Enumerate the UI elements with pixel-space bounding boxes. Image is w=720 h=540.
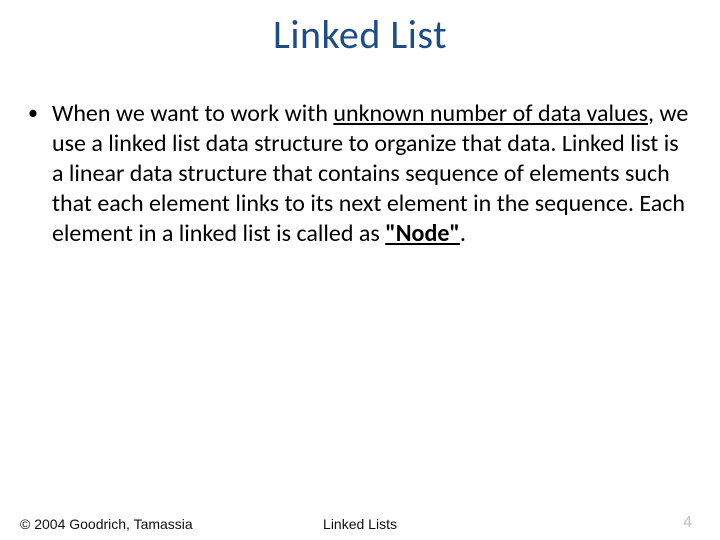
- slide: Linked List • When we want to work with …: [0, 10, 720, 540]
- bullet-item: • When we want to work with unknown numb…: [28, 99, 692, 249]
- text-fragment: When we want to work with: [52, 99, 333, 128]
- footer-center-text: Linked Lists: [0, 516, 720, 532]
- slide-title: Linked List: [0, 10, 720, 59]
- page-number: 4: [683, 514, 692, 532]
- text-fragment: .: [460, 219, 466, 248]
- underlined-text: unknown number of data values: [333, 99, 648, 128]
- bold-underlined-text: "Node": [385, 219, 460, 248]
- bullet-text: When we want to work with unknown number…: [52, 99, 692, 249]
- bullet-dot: •: [28, 101, 38, 126]
- slide-body: • When we want to work with unknown numb…: [28, 99, 692, 249]
- slide-footer: © 2004 Goodrich, Tamassia Linked Lists 4: [0, 508, 720, 532]
